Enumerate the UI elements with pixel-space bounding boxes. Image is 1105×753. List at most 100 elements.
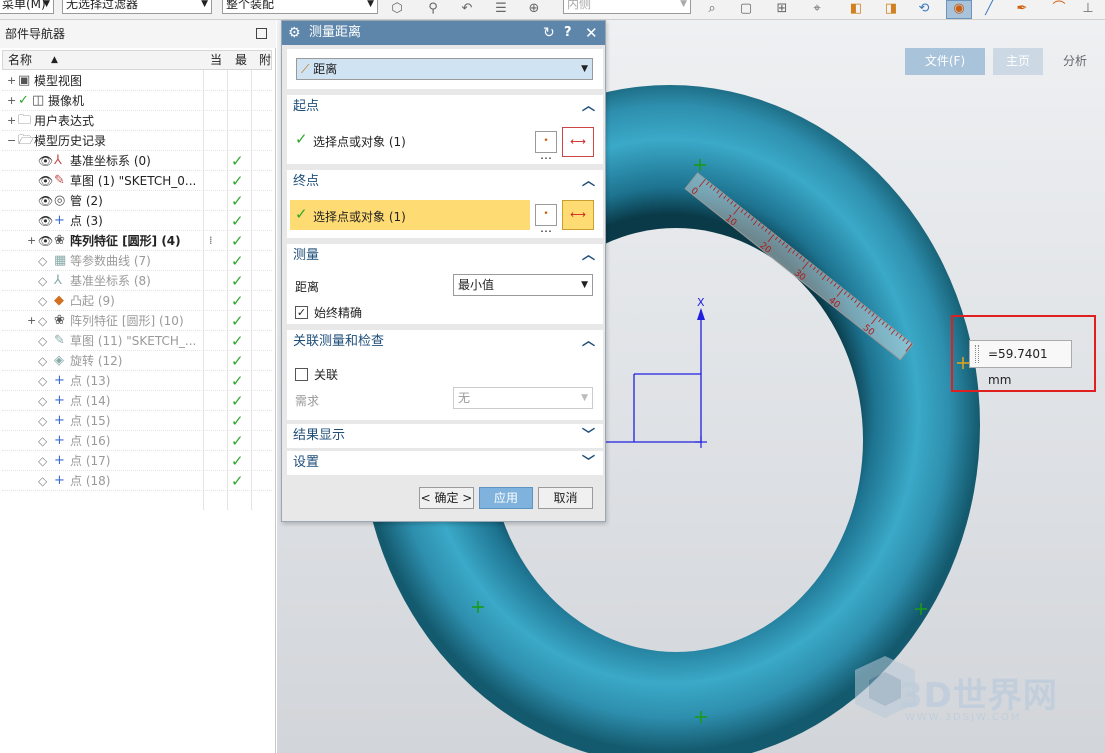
collapse-icon[interactable]: −: [7, 131, 16, 151]
hidden-icon[interactable]: ◇: [38, 471, 47, 491]
reset-icon[interactable]: ↻: [543, 21, 555, 45]
hidden-icon[interactable]: ◇: [38, 371, 47, 391]
menu-button[interactable]: 菜单(M) ▼: [0, 0, 54, 14]
selection-scope-combo[interactable]: 整个装配 ▼: [222, 0, 378, 14]
tree-row[interactable]: ◇ + 点 (15) ✓: [2, 411, 272, 431]
hidden-icon[interactable]: ◇: [38, 251, 47, 271]
measure-header[interactable]: 测量 ︿: [287, 244, 603, 268]
gear-icon[interactable]: ⚙: [288, 21, 301, 45]
dialog-titlebar[interactable]: ⚙ 测量距离 ↻ ? ✕: [282, 21, 605, 45]
hidden-icon[interactable]: ◇: [38, 391, 47, 411]
eye-icon[interactable]: 👁: [38, 231, 53, 251]
tree-row[interactable]: ◇ + 点 (17) ✓: [2, 451, 272, 471]
tree-row[interactable]: + ✓ ◫ 摄像机: [2, 91, 272, 111]
tree-row[interactable]: ◇ + 点 (13) ✓: [2, 371, 272, 391]
view-icon[interactable]: ◨: [882, 1, 900, 17]
arc-icon[interactable]: ⌒: [1050, 1, 1068, 17]
hidden-icon[interactable]: ◇: [38, 311, 47, 331]
point-dialog-button[interactable]: •…: [535, 131, 557, 162]
results-header[interactable]: 结果显示 ﹀: [287, 424, 603, 448]
point-snap-icon[interactable]: ◉: [946, 0, 972, 19]
start-point-header[interactable]: 起点 ︿: [287, 95, 603, 119]
snap-icon[interactable]: ⊕: [525, 1, 543, 17]
tree-row[interactable]: + 👁 ❀ 阵列特征 [圆形] (4) ⁞ ✓: [2, 231, 272, 251]
tree-row[interactable]: 👁 + 点 (3) ✓: [2, 211, 272, 231]
hidden-icon[interactable]: ◇: [38, 411, 47, 431]
settings-header[interactable]: 设置 ﹀: [287, 451, 603, 475]
eye-icon[interactable]: 👁: [38, 151, 53, 171]
hidden-icon[interactable]: ◇: [38, 451, 47, 471]
type-select[interactable]: ⟋ 距离 ▼: [296, 58, 593, 80]
tree-row[interactable]: ◇ ⅄ 基准坐标系 (8) ✓: [2, 271, 272, 291]
expand-icon[interactable]: +: [27, 231, 36, 251]
tab-home[interactable]: 主页: [993, 48, 1043, 75]
tree-row[interactable]: 👁 ✎ 草图 (1) "SKETCH_0... ✓: [2, 171, 272, 191]
eye-icon[interactable]: 👁: [38, 191, 53, 211]
hidden-icon[interactable]: ◇: [38, 351, 47, 371]
rotate-icon[interactable]: ⟲: [915, 1, 933, 17]
close-icon[interactable]: ✕: [585, 21, 598, 45]
hidden-icon[interactable]: ◇: [38, 291, 47, 311]
line-icon[interactable]: ╱: [980, 1, 998, 17]
tab-analysis[interactable]: 分析: [1050, 48, 1100, 75]
tree-row[interactable]: ◇ + 点 (14) ✓: [2, 391, 272, 411]
expand-icon[interactable]: +: [27, 311, 36, 331]
add-icon[interactable]: ⊞: [773, 1, 791, 17]
tree-row[interactable]: 👁 ◎ 管 (2) ✓: [2, 191, 272, 211]
expand-icon[interactable]: +: [7, 91, 16, 111]
end-select-label[interactable]: 选择点或对象 (1): [313, 208, 406, 225]
column-latest[interactable]: 最: [235, 51, 247, 69]
hidden-icon[interactable]: ◇: [38, 271, 47, 291]
pen-icon[interactable]: ✒: [1013, 1, 1031, 17]
expand-icon[interactable]: +: [7, 111, 16, 131]
tree-row[interactable]: ◇ + 点 (16) ✓: [2, 431, 272, 451]
tab-file[interactable]: 文件(F): [905, 48, 985, 75]
help-icon[interactable]: ?: [564, 21, 572, 45]
apply-button[interactable]: 应用: [479, 487, 533, 509]
grip-handle-icon[interactable]: [975, 345, 979, 363]
column-current[interactable]: 当: [210, 51, 222, 69]
tree-row[interactable]: 👁 ⅄ 基准坐标系 (0) ✓: [2, 151, 272, 171]
tree-row[interactable]: ◇ + 点 (18) ✓: [2, 471, 272, 491]
tree-row[interactable]: ◇ ▦ 等参数曲线 (7) ✓: [2, 251, 272, 271]
column-attached[interactable]: 附: [259, 51, 271, 69]
requirement-select[interactable]: 无 ▼: [453, 387, 593, 409]
maximize-icon[interactable]: [256, 28, 267, 39]
tree-row[interactable]: + ▣ 模型视图: [2, 71, 272, 91]
snap-combo[interactable]: 内侧 ▼: [563, 0, 691, 14]
tree-row[interactable]: + ◇ ❀ 阵列特征 [圆形] (10) ✓: [2, 311, 272, 331]
point-inference-button[interactable]: ⟷: [562, 127, 594, 157]
tree-row[interactable]: − 🗁 模型历史记录: [2, 131, 272, 151]
cube-icon[interactable]: ⬡: [388, 1, 406, 17]
tree-row[interactable]: ◇ ✎ 草图 (11) "SKETCH_... ✓: [2, 331, 272, 351]
expand-icon[interactable]: +: [7, 71, 16, 91]
point-dialog-button[interactable]: •…: [535, 204, 557, 235]
measurement-value-label[interactable]: =59.7401 mm: [969, 340, 1072, 387]
sort-ascending-icon[interactable]: ▲: [51, 51, 58, 69]
list-icon[interactable]: ☰: [492, 1, 510, 17]
ok-button[interactable]: < 确定 >: [419, 487, 474, 509]
box-icon[interactable]: ▢: [737, 1, 755, 17]
point-inference-button[interactable]: ⟷: [562, 200, 594, 230]
normal-icon[interactable]: ⊥: [1079, 1, 1097, 17]
tree-row[interactable]: ◇ ◆ 凸起 (9) ✓: [2, 291, 272, 311]
start-select-label[interactable]: 选择点或对象 (1): [313, 133, 406, 150]
hidden-icon[interactable]: ◇: [38, 431, 47, 451]
solid-icon[interactable]: ◧: [847, 1, 865, 17]
eye-icon[interactable]: 👁: [38, 171, 53, 191]
hidden-icon[interactable]: ◇: [38, 331, 47, 351]
tree-row[interactable]: + 🗀 用户表达式: [2, 111, 272, 131]
cancel-button[interactable]: 取消: [538, 487, 593, 509]
end-point-header[interactable]: 终点 ︿: [287, 170, 603, 194]
associative-header[interactable]: 关联测量和检查 ︿: [287, 330, 603, 354]
link-icon[interactable]: ⚲: [424, 1, 442, 17]
tree-row[interactable]: ◇ ◈ 旋转 (12) ✓: [2, 351, 272, 371]
undo-icon[interactable]: ↶: [458, 1, 476, 17]
measure-icon[interactable]: ⌕: [703, 1, 721, 17]
precise-checkbox[interactable]: ✓: [295, 306, 308, 319]
selection-filter-combo[interactable]: 无选择过滤器 ▼: [62, 0, 212, 14]
crosshair-icon[interactable]: ⌖: [808, 1, 826, 17]
distance-select[interactable]: 最小值 ▼: [453, 274, 593, 296]
column-name[interactable]: 名称: [8, 51, 32, 69]
eye-icon[interactable]: 👁: [38, 211, 53, 231]
